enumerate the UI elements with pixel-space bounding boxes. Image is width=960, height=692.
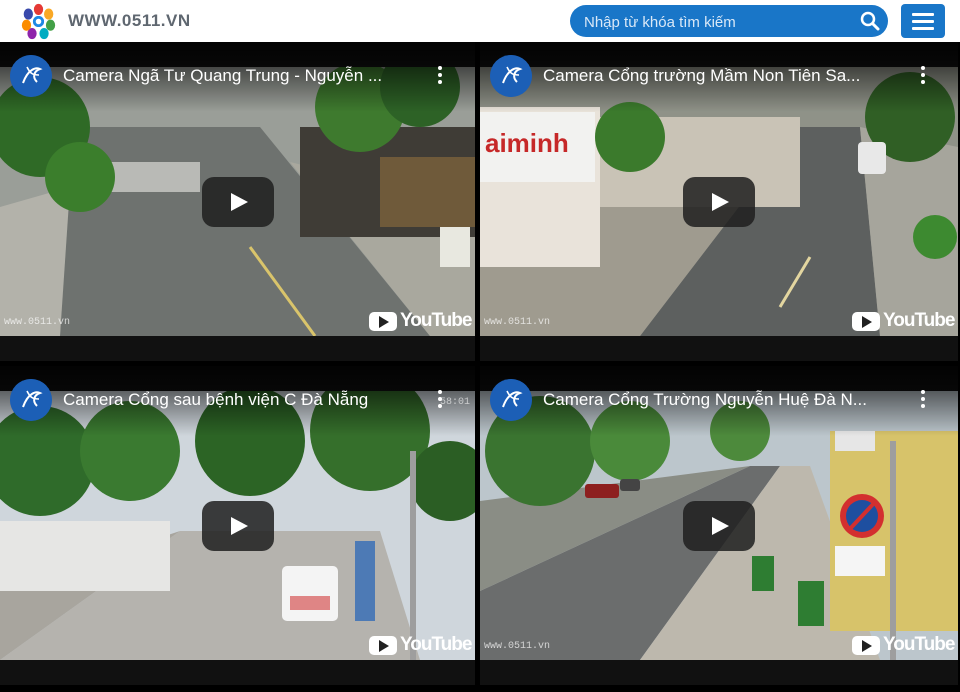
channel-avatar-icon[interactable] <box>10 55 52 97</box>
overlay-time: 58:01 <box>439 397 470 408</box>
more-options-icon[interactable] <box>920 390 926 410</box>
hamburger-icon <box>912 27 934 30</box>
video-title[interactable]: Camera Cổng trường Mầm Non Tiên Sa... <box>543 66 888 86</box>
video-title[interactable]: Camera Ngã Tư Quang Trung - Nguyễn ... <box>63 66 408 86</box>
channel-avatar-icon[interactable] <box>490 379 532 421</box>
svg-text:aiminh: aiminh <box>485 128 569 158</box>
more-options-icon[interactable] <box>920 66 926 86</box>
youtube-label: YouTube <box>400 310 472 331</box>
youtube-logo[interactable]: YouTube <box>852 634 955 656</box>
youtube-logo[interactable]: YouTube <box>369 634 472 656</box>
youtube-logo[interactable]: YouTube <box>852 310 955 332</box>
search-input[interactable] <box>582 5 856 39</box>
watermark: www.0511.vn <box>4 317 71 328</box>
hamburger-icon <box>912 20 934 23</box>
youtube-logo[interactable]: YouTube <box>369 310 472 332</box>
video-title[interactable]: Camera Cổng Trường Nguyễn Huệ Đà N... <box>543 390 888 410</box>
youtube-label: YouTube <box>883 634 955 655</box>
video-title[interactable]: Camera Cổng sau bệnh viện C Đà Nẵng <box>63 390 408 410</box>
site-name[interactable]: WWW.0511.VN <box>68 11 191 31</box>
youtube-play-icon <box>852 312 880 331</box>
site-header: WWW.0511.VN <box>0 0 960 42</box>
youtube-play-icon <box>369 636 397 655</box>
video-player[interactable]: Camera Ngã Tư Quang Trung - Nguyễn ... w… <box>0 42 475 361</box>
youtube-label: YouTube <box>400 634 472 655</box>
search-bar <box>570 5 888 39</box>
youtube-label: YouTube <box>883 310 955 331</box>
watermark: www.0511.vn <box>484 641 551 652</box>
menu-button[interactable] <box>901 4 945 38</box>
youtube-play-icon <box>369 312 397 331</box>
hamburger-icon <box>912 13 934 16</box>
video-player[interactable]: Camera Cổng sau bệnh viện C Đà Nẵng 58:0… <box>0 366 475 685</box>
play-button[interactable] <box>201 176 274 227</box>
play-button[interactable] <box>683 176 755 227</box>
youtube-play-icon <box>852 636 880 655</box>
watermark: www.0511.vn <box>484 317 551 328</box>
play-button[interactable] <box>201 500 274 551</box>
play-button[interactable] <box>683 500 755 551</box>
site-logo[interactable] <box>20 3 57 40</box>
more-options-icon[interactable] <box>437 390 443 410</box>
search-icon[interactable] <box>860 11 880 31</box>
camera-grid: Camera Ngã Tư Quang Trung - Nguyễn ... w… <box>0 42 960 692</box>
more-options-icon[interactable] <box>437 66 443 86</box>
channel-avatar-icon[interactable] <box>490 55 532 97</box>
video-player[interactable]: Camera Cổng Trường Nguyễn Huệ Đà N... ww… <box>480 366 958 685</box>
video-player[interactable]: aiminh Camera Cổng trường Mầm Non Tiên S… <box>480 42 958 361</box>
channel-avatar-icon[interactable] <box>10 379 52 421</box>
